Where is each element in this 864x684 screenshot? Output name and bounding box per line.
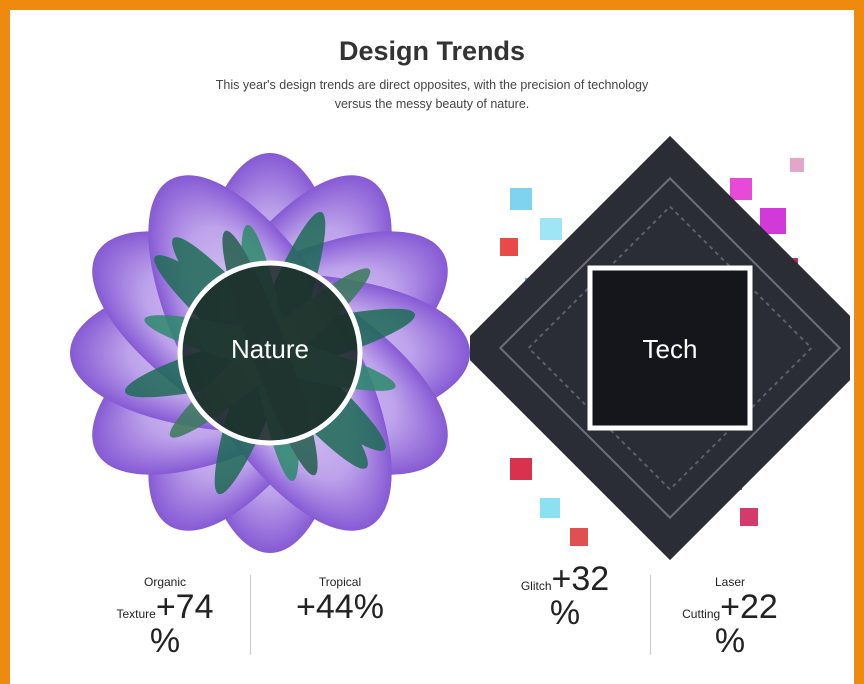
divider xyxy=(650,575,651,655)
infographic-frame: Design Trends This year's design trends … xyxy=(10,10,854,684)
stat-organic-texture: Organic Texture+74 % xyxy=(100,575,230,658)
subtitle-line-1: This year's design trends are direct opp… xyxy=(215,78,649,92)
stat-glitch: Glitch+32 % xyxy=(500,562,630,630)
stat-unit: % xyxy=(149,622,181,660)
stat-tropical: Tropical +44% xyxy=(270,575,410,624)
stat-value: +22 xyxy=(720,588,778,626)
page-title: Design Trends xyxy=(338,36,526,66)
stat-value: +32 xyxy=(551,560,610,598)
tech-label: Tech xyxy=(642,334,698,364)
tech-artwork: Tech xyxy=(470,128,850,568)
stat-unit: % xyxy=(714,622,746,660)
divider xyxy=(250,575,251,655)
subtitle-line-2: versus the messy beauty of nature. xyxy=(334,97,530,111)
stat-laser-cutting: Laser Cutting+22 % xyxy=(660,575,800,658)
stat-label-inline: Cutting xyxy=(682,607,721,621)
stat-value: +44% xyxy=(296,588,384,626)
page-subtitle: This year's design trends are direct opp… xyxy=(160,76,704,114)
stat-unit: % xyxy=(549,594,581,632)
stat-label-inline: Glitch xyxy=(520,579,552,593)
stat-label-inline: Texture xyxy=(116,607,156,621)
nature-label: Nature xyxy=(230,334,310,364)
stat-value: +74 xyxy=(155,588,214,626)
nature-artwork: Nature xyxy=(60,128,480,568)
